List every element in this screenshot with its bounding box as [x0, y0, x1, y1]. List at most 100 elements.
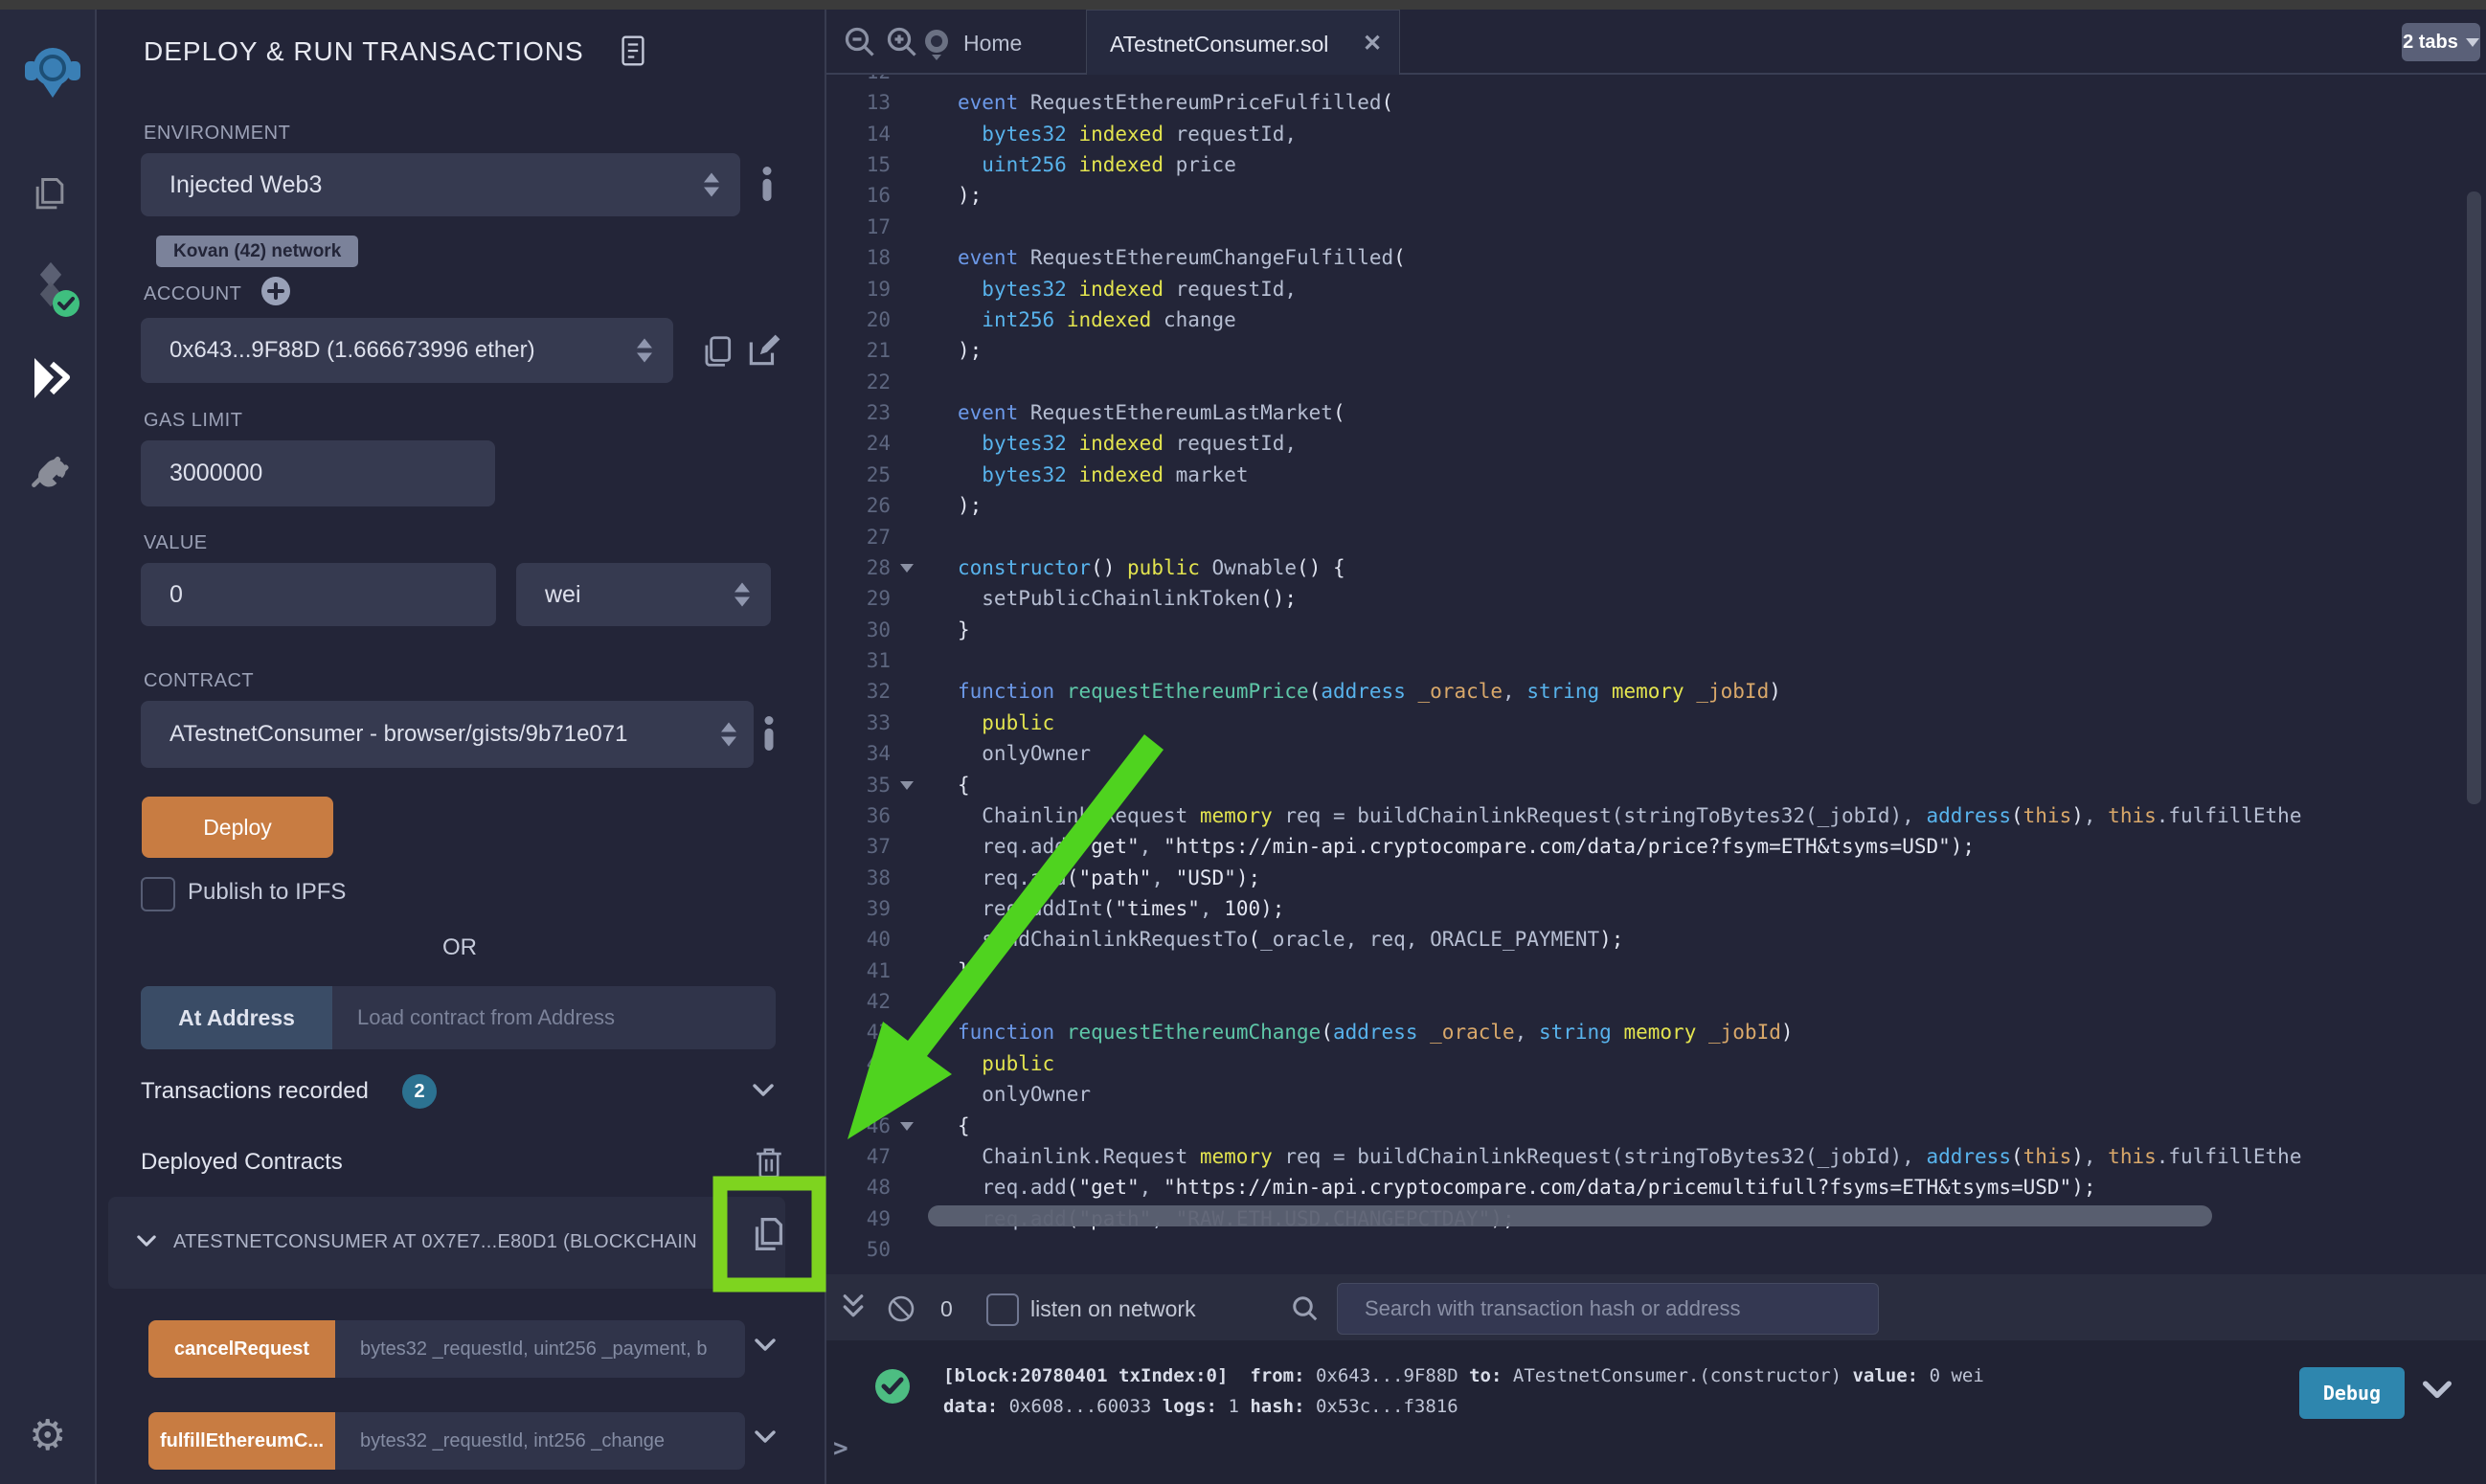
- line-number: 13: [826, 87, 917, 118]
- account-select[interactable]: 0x643...9F88D (1.666673996 ether): [141, 318, 673, 383]
- fulfill-ethereum-change-button[interactable]: fulfillEthereumC...: [148, 1412, 335, 1470]
- line-number: 32: [826, 676, 917, 707]
- line-number: 44: [826, 1048, 917, 1079]
- account-label: ACCOUNT: [144, 283, 241, 305]
- tabs-count-button[interactable]: 2 tabs: [2402, 23, 2480, 61]
- tx-log-line-1[interactable]: [block:20780401 txIndex:0] from: 0x643..…: [943, 1361, 1984, 1390]
- terminal-search-input[interactable]: Search with transaction hash or address: [1337, 1283, 1879, 1335]
- deployed-contract-header: ATESTNETCONSUMER AT 0X7E7...E80D1 (BLOCK…: [173, 1231, 734, 1253]
- code-line: bytes32 indexed requestId,: [958, 428, 1297, 459]
- line-number: 20: [826, 304, 917, 335]
- line-number: 16: [826, 180, 917, 211]
- fold-icon[interactable]: [900, 1122, 914, 1131]
- tab-active-file[interactable]: ATestnetConsumer.sol ✕: [1086, 10, 1400, 76]
- line-number: 12: [826, 75, 917, 87]
- cancel-request-button[interactable]: cancelRequest: [148, 1320, 335, 1378]
- fulfill-params-input[interactable]: bytes32 _requestId, int256 _change: [335, 1412, 745, 1470]
- editor-tab-bar: [826, 10, 2486, 75]
- environment-label: ENVIRONMENT: [144, 123, 290, 145]
- cancel-request-chevron-icon[interactable]: [755, 1338, 776, 1352]
- fold-icon[interactable]: [900, 564, 914, 573]
- line-number: 19: [826, 274, 917, 304]
- gas-limit-value: 3000000: [170, 460, 262, 487]
- copy-account-icon[interactable]: [699, 333, 735, 370]
- deploy-button[interactable]: Deploy: [142, 797, 333, 858]
- log-expand-chevron-icon[interactable]: [2423, 1381, 2452, 1400]
- select-spinner-icon: [734, 583, 750, 607]
- remix-ide: ⚙ DEPLOY & RUN TRANSACTIONS ENVIRONMENT …: [0, 0, 2486, 1484]
- gas-limit-input[interactable]: 3000000: [141, 440, 495, 506]
- panel-doc-icon[interactable]: [621, 34, 645, 67]
- line-number: 29: [826, 583, 917, 614]
- listen-network-checkbox[interactable]: [986, 1293, 1019, 1326]
- code-line: event RequestEthereumLastMarket(: [958, 397, 1345, 428]
- contract-expand-chevron-icon[interactable]: [137, 1235, 156, 1248]
- tx-log-line-2[interactable]: data: 0x608...60033 logs: 1 hash: 0x53c.…: [943, 1392, 1458, 1421]
- search-icon[interactable]: [1291, 1294, 1320, 1323]
- select-spinner-icon: [721, 723, 736, 747]
- line-number: 49: [826, 1203, 917, 1234]
- vertical-scrollbar[interactable]: [2467, 191, 2481, 804]
- horizontal-scrollbar[interactable]: [928, 1205, 2212, 1226]
- contract-select[interactable]: ATestnetConsumer - browser/gists/9b71e07…: [141, 701, 754, 768]
- code-editor[interactable]: 1213141516171819202122232425262728293031…: [826, 75, 2486, 1274]
- fold-icon[interactable]: [900, 781, 914, 790]
- line-number: 15: [826, 149, 917, 180]
- publish-ipfs-checkbox[interactable]: [141, 877, 175, 911]
- code-line: req.add("path", "USD");: [958, 863, 1260, 893]
- at-address-button[interactable]: At Address: [141, 986, 332, 1049]
- add-account-icon[interactable]: [260, 276, 291, 306]
- line-number: 40: [826, 924, 917, 955]
- code-line: {: [958, 770, 970, 800]
- value-label: VALUE: [144, 532, 208, 554]
- clear-terminal-ban-icon[interactable]: [887, 1294, 915, 1323]
- terminal-prompt[interactable]: >: [833, 1434, 848, 1463]
- copy-contract-address-icon[interactable]: [746, 1212, 790, 1256]
- clear-deployed-trash-icon[interactable]: [753, 1145, 785, 1181]
- code-line: req.addInt("times", 100);: [958, 893, 1284, 924]
- line-number: 42: [826, 986, 917, 1017]
- line-number: 17: [826, 212, 917, 242]
- value-input[interactable]: 0: [141, 563, 496, 626]
- terminal-expand-icon[interactable]: [841, 1293, 866, 1321]
- at-address-input[interactable]: Load contract from Address: [332, 986, 776, 1049]
- file-explorer-icon[interactable]: [29, 174, 71, 216]
- plugin-manager-icon[interactable]: [29, 448, 71, 492]
- line-number: 43: [826, 1017, 917, 1047]
- transactions-chevron-icon[interactable]: [753, 1084, 774, 1097]
- environment-value: Injected Web3: [170, 171, 322, 199]
- home-tab-icon[interactable]: [921, 27, 952, 61]
- deploy-run-icon[interactable]: [27, 354, 73, 402]
- deployed-contract-card[interactable]: ATESTNETCONSUMER AT 0X7E7...E80D1 (BLOCK…: [108, 1197, 785, 1289]
- line-number: 38: [826, 863, 917, 893]
- line-number: 22: [826, 367, 917, 397]
- transactions-recorded-label: Transactions recorded: [141, 1078, 369, 1105]
- edit-account-icon[interactable]: [745, 333, 781, 370]
- line-number: 33: [826, 708, 917, 738]
- zoom-out-icon[interactable]: [843, 25, 877, 59]
- line-number: 31: [826, 645, 917, 676]
- tab-home[interactable]: Home: [963, 31, 1022, 56]
- code-line: onlyOwner: [958, 1079, 1091, 1110]
- environment-info-icon[interactable]: [761, 167, 773, 201]
- line-number: 45: [826, 1079, 917, 1110]
- fulfill-chevron-icon[interactable]: [755, 1430, 776, 1444]
- solidity-compiler-icon[interactable]: [29, 260, 73, 310]
- chainlink-logo-icon[interactable]: [23, 40, 82, 105]
- settings-gear-icon[interactable]: ⚙: [29, 1415, 66, 1457]
- code-line: Chainlink.Request memory req = buildChai…: [958, 800, 2301, 831]
- line-number: 23: [826, 397, 917, 428]
- code-line: public: [958, 708, 1054, 738]
- environment-select[interactable]: Injected Web3: [141, 153, 740, 216]
- debug-button[interactable]: Debug: [2299, 1367, 2405, 1419]
- close-tab-icon[interactable]: ✕: [1363, 30, 1382, 57]
- cancel-request-params-input[interactable]: bytes32 _requestId, uint256 _payment, b: [335, 1320, 745, 1378]
- code-line: uint256 indexed price: [958, 149, 1236, 180]
- value-unit-select[interactable]: wei: [516, 563, 771, 626]
- code-line: sendChainlinkRequestTo(_oracle, req, ORA…: [958, 924, 1623, 955]
- line-number: 18: [826, 242, 917, 273]
- contract-info-icon[interactable]: [763, 716, 775, 751]
- zoom-in-icon[interactable]: [885, 25, 919, 59]
- line-number: 25: [826, 460, 917, 490]
- code-line: int256 indexed change: [958, 304, 1236, 335]
